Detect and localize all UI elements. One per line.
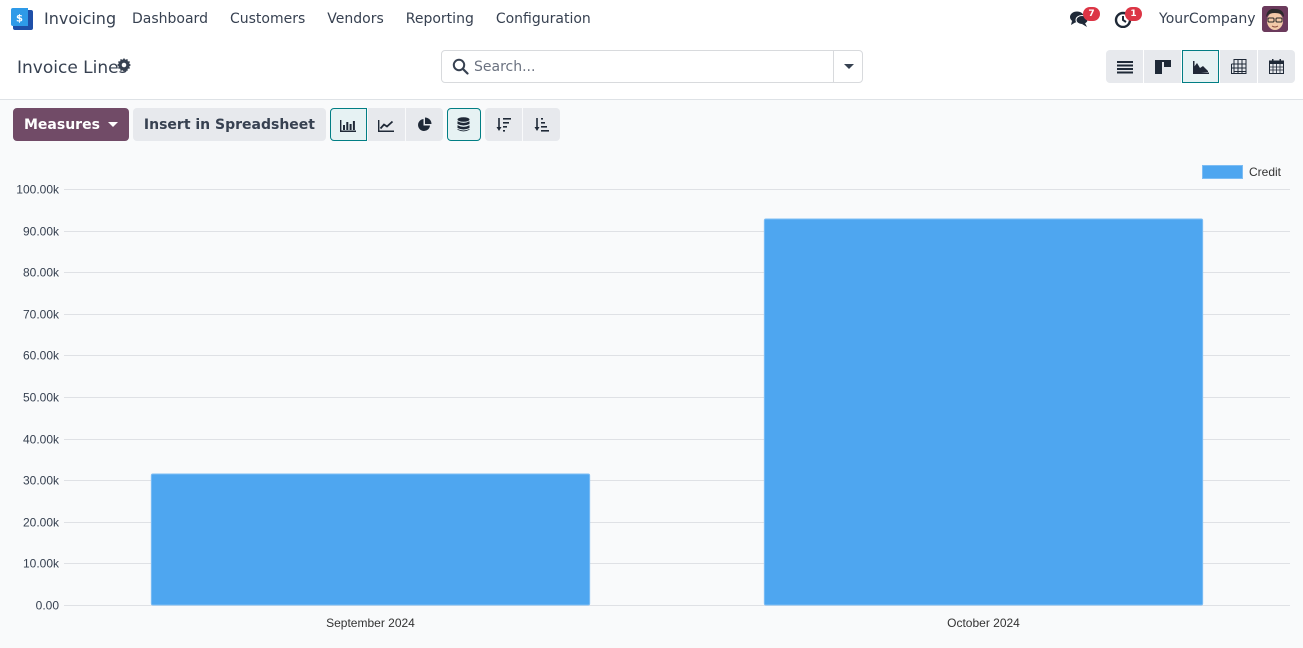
bar-chart: 0.00 10.00k 20.00k 30.00k 40.00k 50.00k 60.00k…: [16, 183, 1290, 630]
view-list-button[interactable]: [1106, 50, 1143, 83]
menu-reporting[interactable]: Reporting: [406, 11, 474, 27]
sort-descending-button[interactable]: [484, 108, 522, 141]
y-tick-label: 90.00k: [23, 225, 60, 239]
menu-customers[interactable]: Customers: [230, 11, 305, 27]
gear-icon[interactable]: [117, 58, 131, 72]
bar-chart-button[interactable]: [329, 108, 367, 141]
app-name[interactable]: Invoicing: [44, 9, 116, 28]
search-options-toggle[interactable]: [833, 51, 862, 82]
stacked-group: [446, 108, 481, 141]
avatar-face-icon: [1262, 6, 1288, 32]
x-tick-label: October 2024: [947, 616, 1020, 630]
bars: [150, 218, 1204, 606]
top-navbar: $ Invoicing Dashboard Customers Vendors …: [0, 0, 1303, 38]
menu-dashboard[interactable]: Dashboard: [132, 11, 208, 27]
page-title[interactable]: Invoice Lines: [17, 58, 127, 78]
control-panel: Invoice Lines: [0, 38, 1303, 100]
measures-dropdown-button[interactable]: Measures: [13, 108, 129, 141]
search-input[interactable]: [474, 56, 829, 78]
messages-badge: 7: [1083, 7, 1100, 21]
view-graph-button[interactable]: [1182, 50, 1219, 83]
sort-ascending-button[interactable]: [522, 108, 560, 141]
calendar-icon: [1269, 59, 1284, 74]
database-stack-icon: [457, 117, 470, 132]
chart-legend[interactable]: Credit: [1202, 165, 1281, 179]
y-tick-label: 30.00k: [23, 474, 60, 488]
pie-chart-button[interactable]: [405, 108, 443, 141]
line-chart-icon: [378, 119, 395, 132]
bar-chart-icon: [340, 119, 357, 132]
bar-october-2024[interactable]: [763, 218, 1204, 606]
menu-vendors[interactable]: Vendors: [327, 11, 383, 27]
area-chart-icon: [1192, 60, 1209, 74]
y-tick-label: 40.00k: [23, 433, 60, 447]
view-kanban-button[interactable]: [1144, 50, 1181, 83]
search-icon: [452, 58, 469, 75]
invoicing-app-icon[interactable]: $: [11, 8, 35, 30]
y-tick-label: 20.00k: [23, 516, 60, 530]
user-avatar[interactable]: [1262, 6, 1288, 32]
pie-chart-icon: [418, 117, 432, 131]
y-tick-label: 10.00k: [23, 557, 60, 571]
legend-swatch-credit: [1202, 165, 1243, 179]
legend-label-credit: Credit: [1249, 165, 1282, 179]
sort-group: [484, 108, 560, 141]
measures-label: Measures: [24, 116, 100, 133]
activities-badge: 1: [1125, 7, 1142, 21]
svg-text:$: $: [16, 14, 23, 25]
y-tick-label: 100.00k: [16, 183, 60, 197]
bar-september-2024[interactable]: [150, 473, 591, 606]
y-tick-label: 80.00k: [23, 266, 60, 280]
list-icon: [1116, 60, 1133, 73]
caret-down-icon: [107, 122, 118, 127]
sort-descending-icon: [496, 118, 511, 132]
y-tick-label: 70.00k: [23, 308, 60, 322]
y-axis-ticks: 0.00 10.00k 20.00k 30.00k 40.00k 50.00k 60.00k…: [16, 183, 60, 613]
table-icon: [1230, 59, 1246, 74]
view-calendar-button[interactable]: [1258, 50, 1295, 83]
main-menu: Dashboard Customers Vendors Reporting Co…: [132, 11, 613, 27]
company-switcher[interactable]: YourCompany: [1159, 11, 1256, 27]
y-tick-label: 0.00: [36, 599, 60, 613]
view-switcher: [1106, 50, 1295, 83]
chart-mode-group: [329, 108, 443, 141]
sort-ascending-icon: [534, 118, 549, 132]
y-tick-label: 50.00k: [23, 391, 60, 405]
menu-configuration[interactable]: Configuration: [496, 11, 591, 27]
x-axis-ticks: September 2024 October 2024: [326, 616, 1020, 630]
graph-toolbar: Measures Insert in Spreadsheet: [13, 108, 560, 141]
x-tick-label: September 2024: [326, 616, 415, 630]
insert-in-spreadsheet-button[interactable]: Insert in Spreadsheet: [132, 108, 326, 141]
search-bar: [441, 50, 863, 83]
y-tick-label: 60.00k: [23, 349, 60, 363]
caret-down-icon: [844, 64, 854, 69]
line-chart-button[interactable]: [367, 108, 405, 141]
stacked-toggle-button[interactable]: [446, 108, 481, 141]
view-pivot-button[interactable]: [1220, 50, 1257, 83]
kanban-icon: [1154, 59, 1171, 74]
graph-chart: 0.00 10.00k 20.00k 30.00k 40.00k 50.00k 60.00k…: [0, 150, 1303, 648]
